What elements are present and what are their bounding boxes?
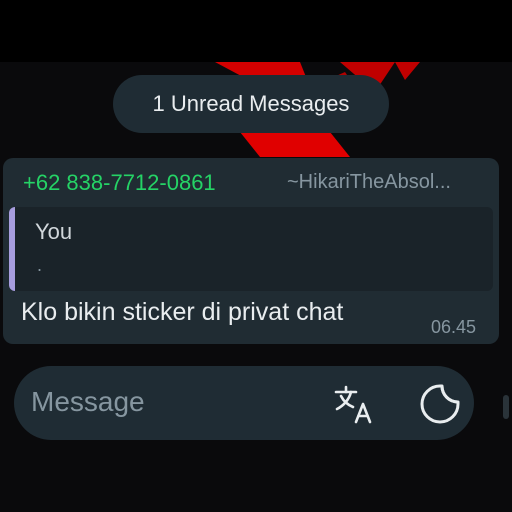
message-text: Klo bikin sticker di privat chat — [21, 298, 344, 326]
message-timestamp: 06.45 — [431, 317, 477, 337]
unread-messages-label: 1 Unread Messages — [152, 91, 350, 116]
quoted-reply[interactable]: You . — [9, 207, 493, 291]
sender-phone-number[interactable]: +62 838-7712-0861 — [23, 170, 216, 196]
translate-icon[interactable] — [332, 382, 376, 426]
top-bar — [0, 0, 512, 62]
quote-text: . — [37, 255, 43, 275]
quote-accent-bar — [9, 207, 15, 291]
incoming-message-bubble[interactable]: +62 838-7712-0861 ~HikariTheAbsol... You… — [3, 158, 499, 344]
sender-name: ~HikariTheAbsol... — [287, 171, 451, 193]
chat-screen: 1 Unread Messages +62 838-7712-0861 ~Hik… — [0, 0, 512, 512]
unread-messages-banner: 1 Unread Messages — [113, 75, 389, 133]
message-input[interactable]: Message — [31, 386, 145, 418]
sticker-icon[interactable] — [418, 382, 462, 426]
message-composer[interactable]: Message — [14, 366, 474, 440]
send-button-edge[interactable] — [503, 395, 509, 419]
quote-author: You — [35, 219, 73, 244]
